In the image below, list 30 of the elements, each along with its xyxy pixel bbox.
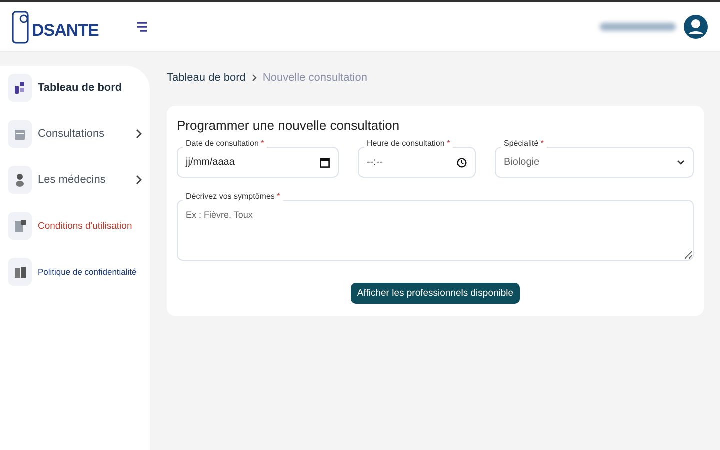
required-mark: *: [277, 192, 280, 201]
required-mark: *: [540, 139, 544, 148]
book-icon: [14, 266, 26, 278]
clock-icon: [457, 158, 467, 168]
form-title: Programmer une nouvelle consultation: [177, 118, 401, 133]
chevron-down-icon: [677, 160, 685, 165]
user-avatar-icon[interactable]: [684, 14, 708, 38]
grid-icon: [15, 82, 25, 94]
breadcrumb-link[interactable]: Tableau de bord: [167, 72, 246, 84]
sidebar-item[interactable]: Conditions d'utilisation: [8, 212, 142, 240]
sidebar-item[interactable]: Les médecins: [8, 166, 142, 194]
calendar-icon: [320, 158, 330, 168]
field-label: Date de consultation *: [183, 139, 268, 148]
submit-button[interactable]: Afficher les professionnels disponible: [351, 283, 520, 304]
required-mark: *: [261, 139, 264, 148]
chevron-right-icon: [252, 74, 257, 82]
field-label: Spécialité *: [501, 139, 548, 148]
required-mark: *: [447, 139, 450, 148]
person-icon: [15, 174, 25, 186]
sidebar-item[interactable]: Consultations: [8, 120, 142, 148]
field-label: Heure de consultation *: [364, 139, 454, 148]
phone-stethoscope-icon: [12, 10, 30, 44]
calendar-icon: [15, 128, 25, 140]
sidebar-item[interactable]: Politique de confidentialité: [8, 258, 142, 286]
menu-button[interactable]: [136, 22, 148, 32]
field-label: Décrivez vos symptômes *: [183, 192, 284, 201]
sidebar-item[interactable]: Tableau de bord: [8, 74, 142, 102]
logo-text: DSANTE: [32, 20, 99, 40]
document-icon: [14, 220, 26, 232]
symptoms-field[interactable]: Ex : Fièvre, Toux: [177, 200, 694, 261]
